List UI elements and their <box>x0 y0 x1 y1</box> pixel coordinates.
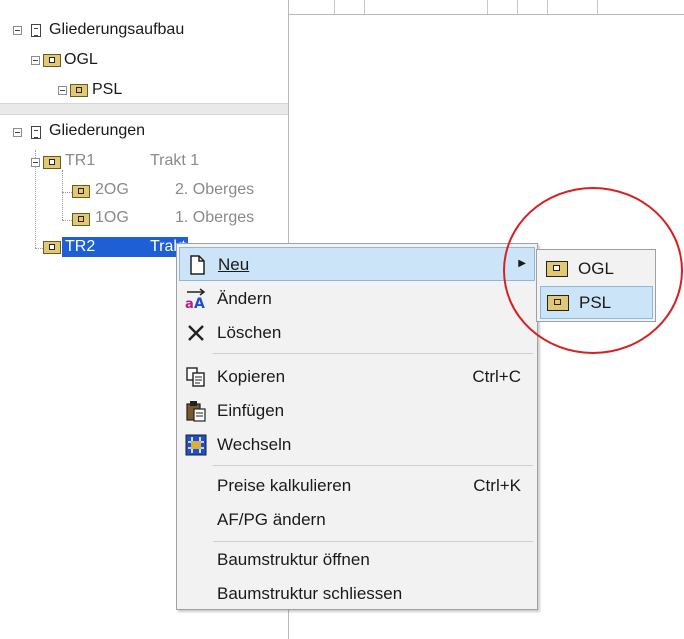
document-icon <box>31 24 41 37</box>
menu-separator <box>213 541 533 542</box>
tree-line <box>62 220 72 221</box>
tree-node-code[interactable]: 2OG <box>95 181 129 199</box>
folder-icon <box>70 84 88 97</box>
new-document-icon <box>190 255 205 275</box>
menu-item-label: Baumstruktur öffnen <box>217 550 370 569</box>
menu-item-label: Wechseln <box>217 435 292 454</box>
tree-node-psl[interactable]: PSL <box>92 81 122 99</box>
column-divider[interactable] <box>487 0 488 14</box>
menu-item-loeschen[interactable]: Löschen <box>179 316 535 350</box>
panel-separator <box>0 103 288 115</box>
menu-item-preise-kalkulieren[interactable]: Preise kalkulieren Ctrl+K <box>179 469 535 503</box>
menu-item-shortcut: Ctrl+K <box>473 476 521 495</box>
tree-node-code[interactable]: 1OG <box>95 209 129 227</box>
collapse-toggle[interactable] <box>13 128 22 137</box>
folder-icon <box>43 54 61 67</box>
collapse-toggle[interactable] <box>58 86 67 95</box>
svg-text:A: A <box>194 296 205 310</box>
tree-node-code[interactable]: TR1 <box>65 152 95 170</box>
tree-node-name: 1. Oberges <box>175 209 255 226</box>
document-icon <box>31 126 41 139</box>
tree-line <box>62 192 72 193</box>
menu-item-label: Baumstruktur schliessen <box>217 584 403 603</box>
folder-icon <box>72 185 90 198</box>
column-divider[interactable] <box>364 0 365 14</box>
collapse-toggle[interactable] <box>13 26 22 35</box>
swap-icon <box>185 434 207 456</box>
menu-item-baumstruktur-oeffnen[interactable]: Baumstruktur öffnen <box>179 543 535 577</box>
menu-item-baumstruktur-schliessen[interactable]: Baumstruktur schliessen <box>179 577 535 611</box>
menu-item-wechseln[interactable]: Wechseln <box>179 428 535 462</box>
menu-item-label: Ändern <box>217 289 272 308</box>
menu-item-neu[interactable]: Neu ▶ <box>179 247 535 281</box>
collapse-toggle[interactable] <box>31 158 40 167</box>
edit-text-icon: aA <box>185 288 206 310</box>
svg-text:a: a <box>185 297 194 310</box>
menu-item-label: Löschen <box>217 323 282 342</box>
tree-node-code: TR2 <box>65 238 96 255</box>
menu-item-label: Einfügen <box>217 401 285 420</box>
folder-icon <box>43 156 61 169</box>
menu-separator <box>213 465 533 466</box>
column-divider[interactable] <box>547 0 548 14</box>
folder-icon <box>43 241 61 254</box>
tree-line <box>62 170 63 220</box>
tree-node-name: Trakt 1 <box>150 152 200 169</box>
tree-node-selected[interactable]: TR2 Trakt 2 <box>62 237 199 257</box>
menu-item-einfuegen[interactable]: Einfügen <box>179 394 535 428</box>
menu-item-aendern[interactable]: aA Ändern <box>179 282 535 316</box>
tree-node-gliederungsaufbau[interactable]: Gliederungsaufbau <box>49 21 184 39</box>
column-divider[interactable] <box>517 0 518 14</box>
menu-item-shortcut: Ctrl+C <box>472 367 521 386</box>
tree-node-name: 2. Oberges <box>175 181 255 198</box>
folder-icon <box>72 213 90 226</box>
menu-item-label: Preise kalkulieren <box>217 476 352 495</box>
paste-clipboard-icon <box>186 401 206 422</box>
menu-item-kopieren[interactable]: Kopieren Ctrl+C <box>179 360 535 394</box>
tree-node-ogl[interactable]: OGL <box>64 51 98 69</box>
tree-node-gliederungen[interactable]: Gliederungen <box>49 122 145 140</box>
menu-item-label: Kopieren <box>217 367 286 386</box>
delete-x-icon <box>188 325 204 341</box>
annotation-circle <box>503 187 683 354</box>
menu-item-af-pg-aendern[interactable]: AF/PG ändern <box>179 503 535 537</box>
menu-item-label: Neu <box>218 255 250 274</box>
collapse-toggle[interactable] <box>31 56 40 65</box>
tree-line <box>35 248 43 249</box>
menu-item-label: AF/PG ändern <box>217 510 326 529</box>
column-header <box>289 0 684 15</box>
column-divider[interactable] <box>334 0 335 14</box>
copy-icon <box>186 367 205 387</box>
menu-separator <box>213 353 533 354</box>
context-menu: Neu ▶ aA Ändern Löschen Kopieren Ctrl+C … <box>176 243 538 610</box>
column-divider[interactable] <box>597 0 598 14</box>
